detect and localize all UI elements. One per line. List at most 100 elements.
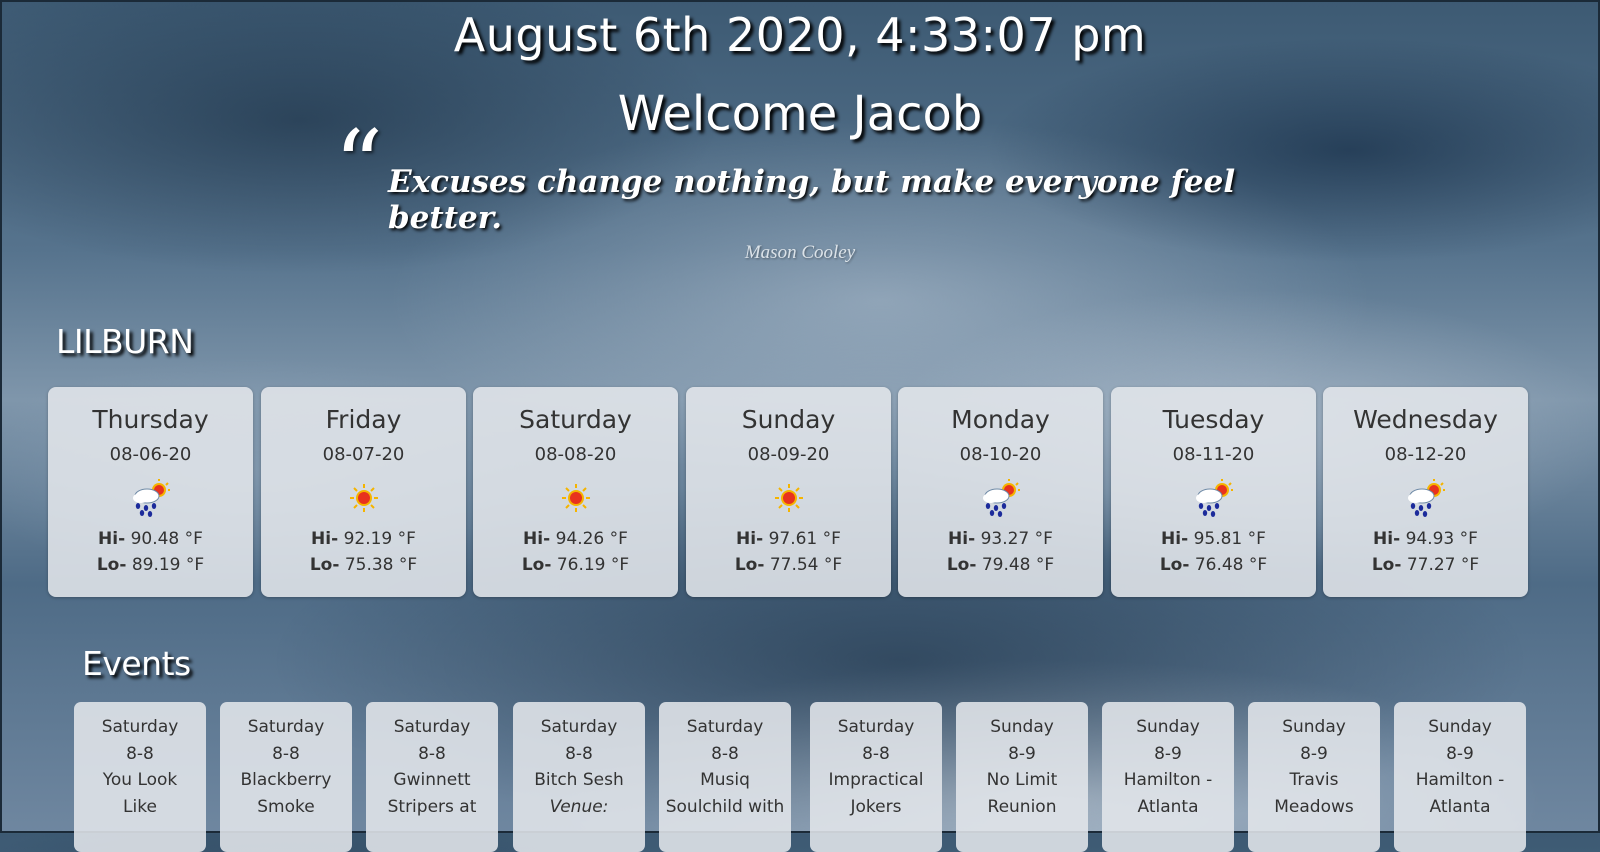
rain-sun-icon [1111, 475, 1316, 521]
event-name: Soulchild with [665, 796, 785, 817]
forecast-day-name: Friday [325, 405, 402, 434]
event-card[interactable]: Sunday 8-9 Hamilton - Atlanta [1394, 702, 1526, 852]
forecast-day-name: Tuesday [1162, 405, 1265, 434]
event-name: Atlanta [1429, 796, 1491, 817]
forecast-high: Hi- 97.61 °F [736, 529, 841, 549]
event-name: Bitch Sesh [534, 770, 624, 790]
event-card[interactable]: Saturday 8-8 Blackberry Smoke [220, 702, 352, 852]
event-name: No Limit [986, 770, 1058, 790]
event-card[interactable]: Saturday 8-8 Musiq Soulchild with [659, 702, 791, 852]
forecast-day-name: Saturday [519, 405, 632, 434]
event-card[interactable]: Saturday 8-8 Gwinnett Stripers at [366, 702, 498, 852]
quote-text: Excuses change nothing, but make everyon… [388, 164, 1236, 236]
event-day: Sunday [1136, 717, 1200, 737]
forecast-low: Lo- 76.48 °F [1159, 555, 1268, 575]
event-name: Hamilton - [1123, 770, 1213, 790]
forecast-low: Lo- 89.19 °F [96, 555, 205, 575]
event-name: Gwinnett [393, 770, 471, 790]
event-name: Jokers [850, 796, 902, 817]
forecast-date: 08-06-20 [109, 444, 192, 465]
event-day: Sunday [1282, 717, 1346, 737]
event-name: Reunion [987, 796, 1057, 817]
quote-mark-icon: “ [334, 110, 384, 222]
event-day: Saturday [101, 717, 179, 737]
event-date: 8-9 [1008, 743, 1036, 764]
forecast-day-card: Monday 08-10-20 Hi- 93.27 °F Lo- 79.48 °… [898, 387, 1103, 597]
forecast-low: Lo- 77.54 °F [734, 555, 843, 575]
event-date: 8-8 [126, 743, 154, 764]
forecast-high: Hi- 94.93 °F [1373, 529, 1478, 549]
weather-city: LILBURN [56, 322, 194, 361]
forecast-day-card: Saturday 08-08-20 Hi- 94.26 °F Lo- 76.19… [473, 387, 678, 597]
forecast-day-name: Thursday [92, 405, 209, 434]
sun-icon [473, 475, 678, 521]
event-date: 8-8 [565, 743, 593, 764]
forecast-date: 08-12-20 [1384, 444, 1467, 465]
rain-sun-icon [1323, 475, 1528, 521]
event-name: Blackberry [240, 770, 332, 790]
event-date: 8-8 [418, 743, 446, 764]
event-card[interactable]: Sunday 8-9 No Limit Reunion [956, 702, 1088, 852]
forecast-low: Lo- 77.27 °F [1371, 555, 1480, 575]
rain-sun-icon [48, 475, 253, 521]
forecast-day-card: Friday 08-07-20 Hi- 92.19 °F Lo- 75.38 °… [261, 387, 466, 597]
weather-forecast: Thursday 08-06-20 Hi- 90.48 °F Lo- 89.19… [48, 387, 1558, 597]
forecast-date: 08-11-20 [1172, 444, 1255, 465]
event-venue-label: Venue: [549, 796, 609, 817]
event-card[interactable]: Saturday 8-8 Impractical Jokers [810, 702, 942, 852]
event-date: 8-8 [272, 743, 300, 764]
event-card[interactable]: Sunday 8-9 Travis Meadows [1248, 702, 1380, 852]
event-day: Saturday [247, 717, 325, 737]
sun-icon [261, 475, 466, 521]
event-name: Atlanta [1137, 796, 1199, 817]
forecast-high: Hi- 93.27 °F [948, 529, 1053, 549]
event-name: Impractical [828, 770, 924, 790]
event-date: 8-8 [862, 743, 890, 764]
forecast-day-card: Thursday 08-06-20 Hi- 90.48 °F Lo- 89.19… [48, 387, 253, 597]
current-datetime: August 6th 2020, 4:33:07 pm [453, 8, 1147, 62]
forecast-low: Lo- 75.38 °F [309, 555, 418, 575]
event-day: Sunday [990, 717, 1054, 737]
forecast-date: 08-07-20 [322, 444, 405, 465]
sun-icon [686, 475, 891, 521]
forecast-high: Hi- 92.19 °F [311, 529, 416, 549]
event-day: Sunday [1428, 717, 1492, 737]
forecast-day-card: Wednesday 08-12-20 Hi- 94.93 °F Lo- 77.2… [1323, 387, 1528, 597]
forecast-low: Lo- 76.19 °F [521, 555, 630, 575]
forecast-day-card: Tuesday 08-11-20 Hi- 95.81 °F Lo- 76.48 … [1111, 387, 1316, 597]
event-name: Smoke [257, 796, 315, 817]
event-name: Musiq [700, 770, 750, 790]
forecast-day-card: Sunday 08-09-20 Hi- 97.61 °F Lo- 77.54 °… [686, 387, 891, 597]
event-name: Travis [1289, 770, 1339, 790]
event-name: Like [123, 796, 157, 817]
welcome-message: Welcome Jacob [617, 86, 983, 142]
forecast-date: 08-08-20 [534, 444, 617, 465]
forecast-high: Hi- 94.26 °F [523, 529, 628, 549]
forecast-day-name: Monday [951, 405, 1050, 434]
event-name: Hamilton - [1415, 770, 1505, 790]
event-name: Meadows [1274, 796, 1354, 817]
event-date: 8-9 [1300, 743, 1328, 764]
event-name: You Look [102, 770, 178, 790]
forecast-date: 08-10-20 [959, 444, 1042, 465]
event-day: Saturday [837, 717, 915, 737]
event-card[interactable]: Saturday 8-8 You Look Like [74, 702, 206, 852]
event-day: Saturday [686, 717, 764, 737]
forecast-high: Hi- 90.48 °F [98, 529, 203, 549]
event-card[interactable]: Sunday 8-9 Hamilton - Atlanta [1102, 702, 1234, 852]
forecast-day-name: Sunday [741, 405, 836, 434]
forecast-high: Hi- 95.81 °F [1161, 529, 1266, 549]
event-date: 8-9 [1154, 743, 1182, 764]
forecast-low: Lo- 79.48 °F [946, 555, 1055, 575]
event-date: 8-8 [711, 743, 739, 764]
event-day: Saturday [540, 717, 618, 737]
event-date: 8-9 [1446, 743, 1474, 764]
event-name: Stripers at [387, 796, 477, 817]
forecast-day-name: Wednesday [1353, 405, 1498, 434]
event-card[interactable]: Saturday 8-8 Bitch Sesh Venue: [513, 702, 645, 852]
events-heading: Events [82, 644, 191, 683]
forecast-date: 08-09-20 [747, 444, 830, 465]
event-day: Saturday [393, 717, 471, 737]
quote-author: Mason Cooley [744, 242, 856, 263]
rain-sun-icon [898, 475, 1103, 521]
